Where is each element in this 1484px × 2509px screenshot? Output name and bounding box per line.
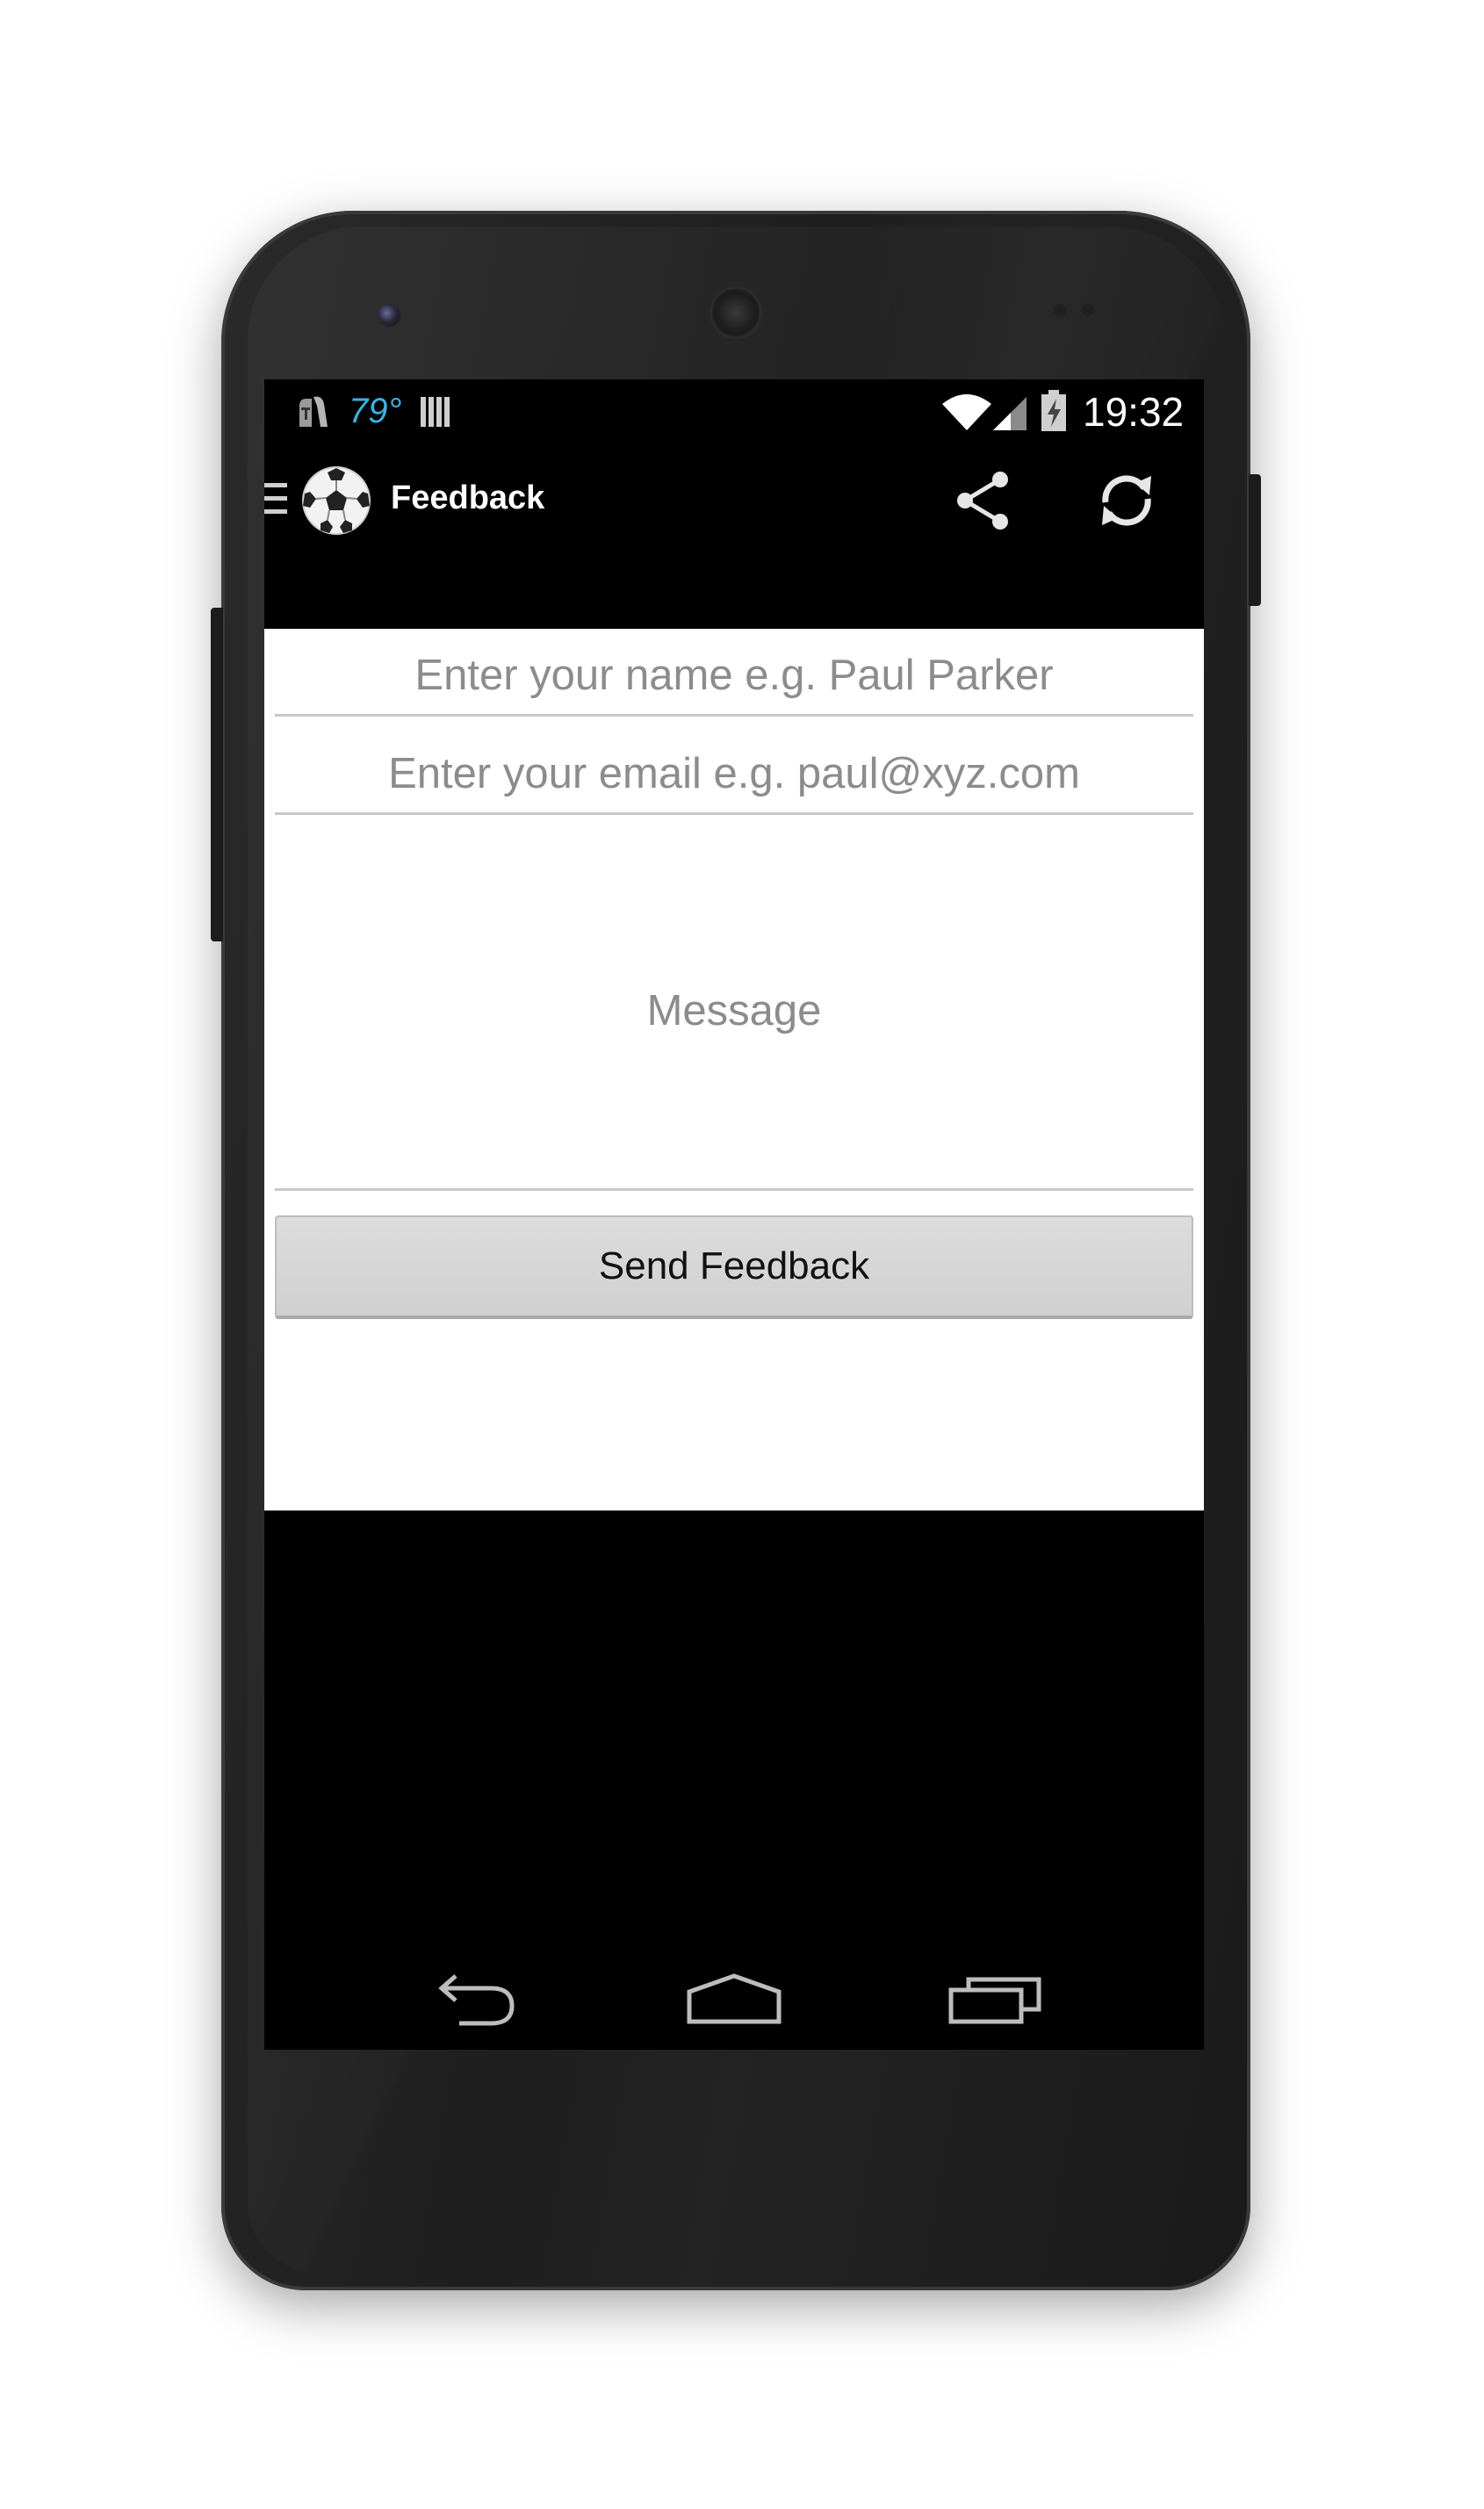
feedback-form: Send Feedback xyxy=(264,629,1204,1510)
status-bar: 79° 19:32 xyxy=(264,379,1204,444)
refresh-icon[interactable] xyxy=(1093,467,1160,534)
proximity-sensor xyxy=(1054,304,1066,316)
email-input[interactable] xyxy=(275,734,1193,815)
earpiece-speaker xyxy=(710,286,762,339)
screen: 79° 19:32 Feedback Enter your name e.g. … xyxy=(264,379,1204,2050)
temperature-text: 79° xyxy=(349,392,402,430)
battery-charging-icon xyxy=(1041,390,1066,431)
page-title: Feedback xyxy=(391,479,545,516)
power-button xyxy=(1249,474,1261,606)
send-feedback-button[interactable]: Send Feedback xyxy=(275,1215,1193,1319)
soccer-ball-logo-icon[interactable] xyxy=(301,465,371,536)
navigation-bar xyxy=(264,1932,1204,2050)
back-icon[interactable] xyxy=(424,1969,521,2030)
clock-text: 19:32 xyxy=(1083,389,1185,435)
carrier-icon xyxy=(299,396,328,427)
action-bar: Feedback xyxy=(264,444,1204,569)
name-input[interactable] xyxy=(275,636,1193,717)
volume-button xyxy=(211,608,223,941)
recent-apps-icon[interactable] xyxy=(947,1965,1046,2027)
light-sensor xyxy=(1082,304,1094,316)
cell-signal-icon xyxy=(993,397,1027,430)
front-camera xyxy=(378,304,400,327)
message-input[interactable] xyxy=(275,831,1193,1191)
home-icon[interactable] xyxy=(684,1967,784,2029)
drawer-indicator-icon[interactable] xyxy=(264,479,289,518)
wifi-icon xyxy=(942,394,991,430)
share-icon[interactable] xyxy=(949,467,1016,534)
bars-icon xyxy=(421,397,450,427)
